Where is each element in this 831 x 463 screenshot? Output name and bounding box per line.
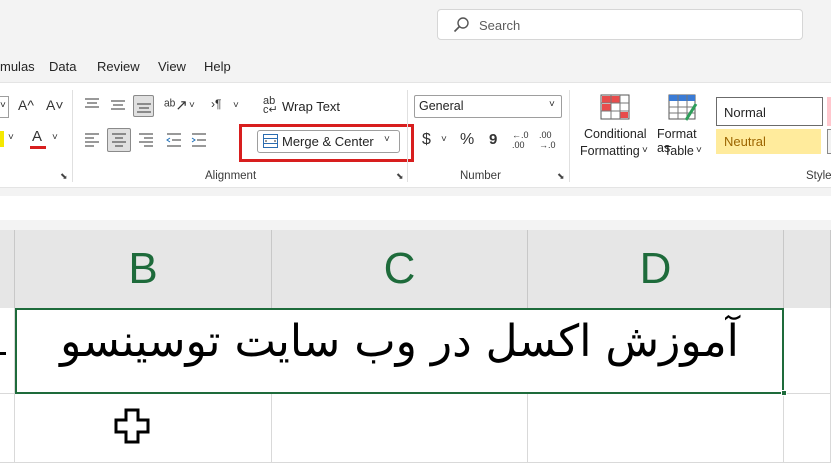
percent-style-button[interactable]: % xyxy=(460,131,474,149)
dialog-launcher-icon[interactable]: ⬊ xyxy=(396,171,404,182)
conditional-formatting-icon xyxy=(600,94,630,120)
search-icon xyxy=(453,17,469,33)
formula-bar[interactable] xyxy=(0,196,831,220)
conditional-formatting-label-1: Conditional xyxy=(584,127,647,141)
align-right-icon[interactable] xyxy=(138,133,154,147)
align-center-icon xyxy=(112,133,126,147)
wrap-text-label: Wrap Text xyxy=(282,99,341,114)
chevron-down-icon: ˅ xyxy=(642,145,648,156)
cell[interactable] xyxy=(272,394,528,463)
tab-help[interactable]: Help xyxy=(204,59,231,74)
cell-style-normal[interactable]: Normal xyxy=(716,97,823,126)
annotation-highlight-box xyxy=(239,124,414,162)
column-header-c[interactable]: C xyxy=(272,230,528,308)
font-size-dropdown[interactable]: ˅ xyxy=(0,96,9,118)
merged-cell-text: آموزش اکسل در وب سایت توسینسو xyxy=(60,316,739,367)
column-header-b[interactable]: B xyxy=(15,230,272,308)
chevron-down-icon[interactable]: ˅ xyxy=(52,132,58,143)
column-header-e[interactable] xyxy=(784,230,831,308)
separator xyxy=(569,90,570,182)
chevron-down-icon[interactable]: ˅ xyxy=(189,100,195,111)
decrease-decimal-button[interactable]: .00 →.0 xyxy=(539,130,561,150)
decrease-font-size-button[interactable]: A˅ xyxy=(46,97,64,113)
cell-style-neutral[interactable]: Neutral xyxy=(716,129,821,154)
font-color-bar xyxy=(30,146,46,149)
cell-style-neutral-label: Neutral xyxy=(724,134,766,149)
styles-group-label: Style xyxy=(806,170,831,182)
cell-style-bad[interactable] xyxy=(827,97,831,126)
cell-style-calculation[interactable] xyxy=(827,129,831,154)
cell[interactable] xyxy=(784,308,831,394)
column-header-d[interactable]: D xyxy=(528,230,784,308)
conditional-formatting-button[interactable]: Conditional Formatting ˅ xyxy=(578,92,650,162)
fill-handle[interactable] xyxy=(781,390,787,396)
currency-format-button[interactable]: $ xyxy=(422,131,431,149)
highlight-color-bar[interactable] xyxy=(0,131,4,147)
decrease-indent-icon[interactable] xyxy=(166,133,182,147)
comma-style-button[interactable]: 9 xyxy=(489,131,497,148)
align-bottom-icon xyxy=(137,103,151,113)
tab-review[interactable]: Review xyxy=(97,59,140,74)
align-top-icon[interactable] xyxy=(84,98,100,112)
cell-style-normal-label: Normal xyxy=(724,105,766,120)
orientation-icon[interactable]: ᵃᵇ↗ xyxy=(164,96,188,114)
tab-view[interactable]: View xyxy=(158,59,186,74)
number-group-label: Number xyxy=(460,170,501,182)
column-header-a[interactable] xyxy=(0,230,15,308)
alignment-group-label: Alignment xyxy=(205,170,257,182)
cell[interactable] xyxy=(0,394,15,463)
cell-select-cursor-icon xyxy=(114,408,150,444)
chevron-down-icon[interactable]: ˅ xyxy=(8,132,14,143)
dialog-launcher-icon[interactable]: ⬊ xyxy=(60,171,68,182)
number-format-dropdown[interactable]: General ˅ xyxy=(414,95,562,118)
chevron-down-icon: ˅ xyxy=(549,99,555,110)
cell[interactable] xyxy=(0,308,15,394)
align-bottom-button[interactable] xyxy=(133,95,154,117)
chevron-down-icon: ˅ xyxy=(696,145,702,156)
wrap-text-button[interactable]: ab c↵ Wrap Text xyxy=(263,95,363,117)
align-middle-icon[interactable] xyxy=(110,98,126,112)
increase-decimal-button[interactable]: ←.0 .00 xyxy=(512,130,534,150)
dialog-launcher-icon[interactable]: ⬊ xyxy=(557,171,565,182)
overflow-text-mark xyxy=(0,352,6,355)
format-as-table-label-2: Table xyxy=(664,144,694,158)
cell[interactable] xyxy=(784,394,831,463)
format-as-table-icon xyxy=(668,94,698,121)
font-color-icon: A xyxy=(32,128,43,145)
tab-formulas[interactable]: mulas xyxy=(0,59,35,74)
align-left-icon[interactable] xyxy=(84,133,100,147)
conditional-formatting-label-2: Formatting xyxy=(580,144,640,158)
rtl-direction-icon[interactable]: ›¶ xyxy=(211,97,221,111)
tab-data[interactable]: Data xyxy=(49,59,76,74)
merged-cell[interactable]: آموزش اکسل در وب سایت توسینسو xyxy=(15,308,784,394)
search-box[interactable]: Search xyxy=(437,9,803,40)
number-format-value: General xyxy=(419,99,464,113)
chevron-down-icon: ˅ xyxy=(0,100,6,111)
font-color-button[interactable]: A xyxy=(30,128,46,152)
search-placeholder: Search xyxy=(479,18,521,33)
increase-font-size-button[interactable]: A^ xyxy=(18,97,34,113)
cell[interactable] xyxy=(528,394,784,463)
separator xyxy=(407,90,408,182)
chevron-down-icon[interactable]: ˅ xyxy=(233,100,239,111)
chevron-down-icon[interactable]: ˅ xyxy=(441,134,447,145)
format-as-table-button[interactable]: Format as Table ˅ xyxy=(654,92,712,162)
separator xyxy=(72,90,73,182)
wrap-text-icon: ab c↵ xyxy=(263,95,278,116)
align-center-button[interactable] xyxy=(107,128,131,152)
increase-indent-icon[interactable] xyxy=(191,133,207,147)
